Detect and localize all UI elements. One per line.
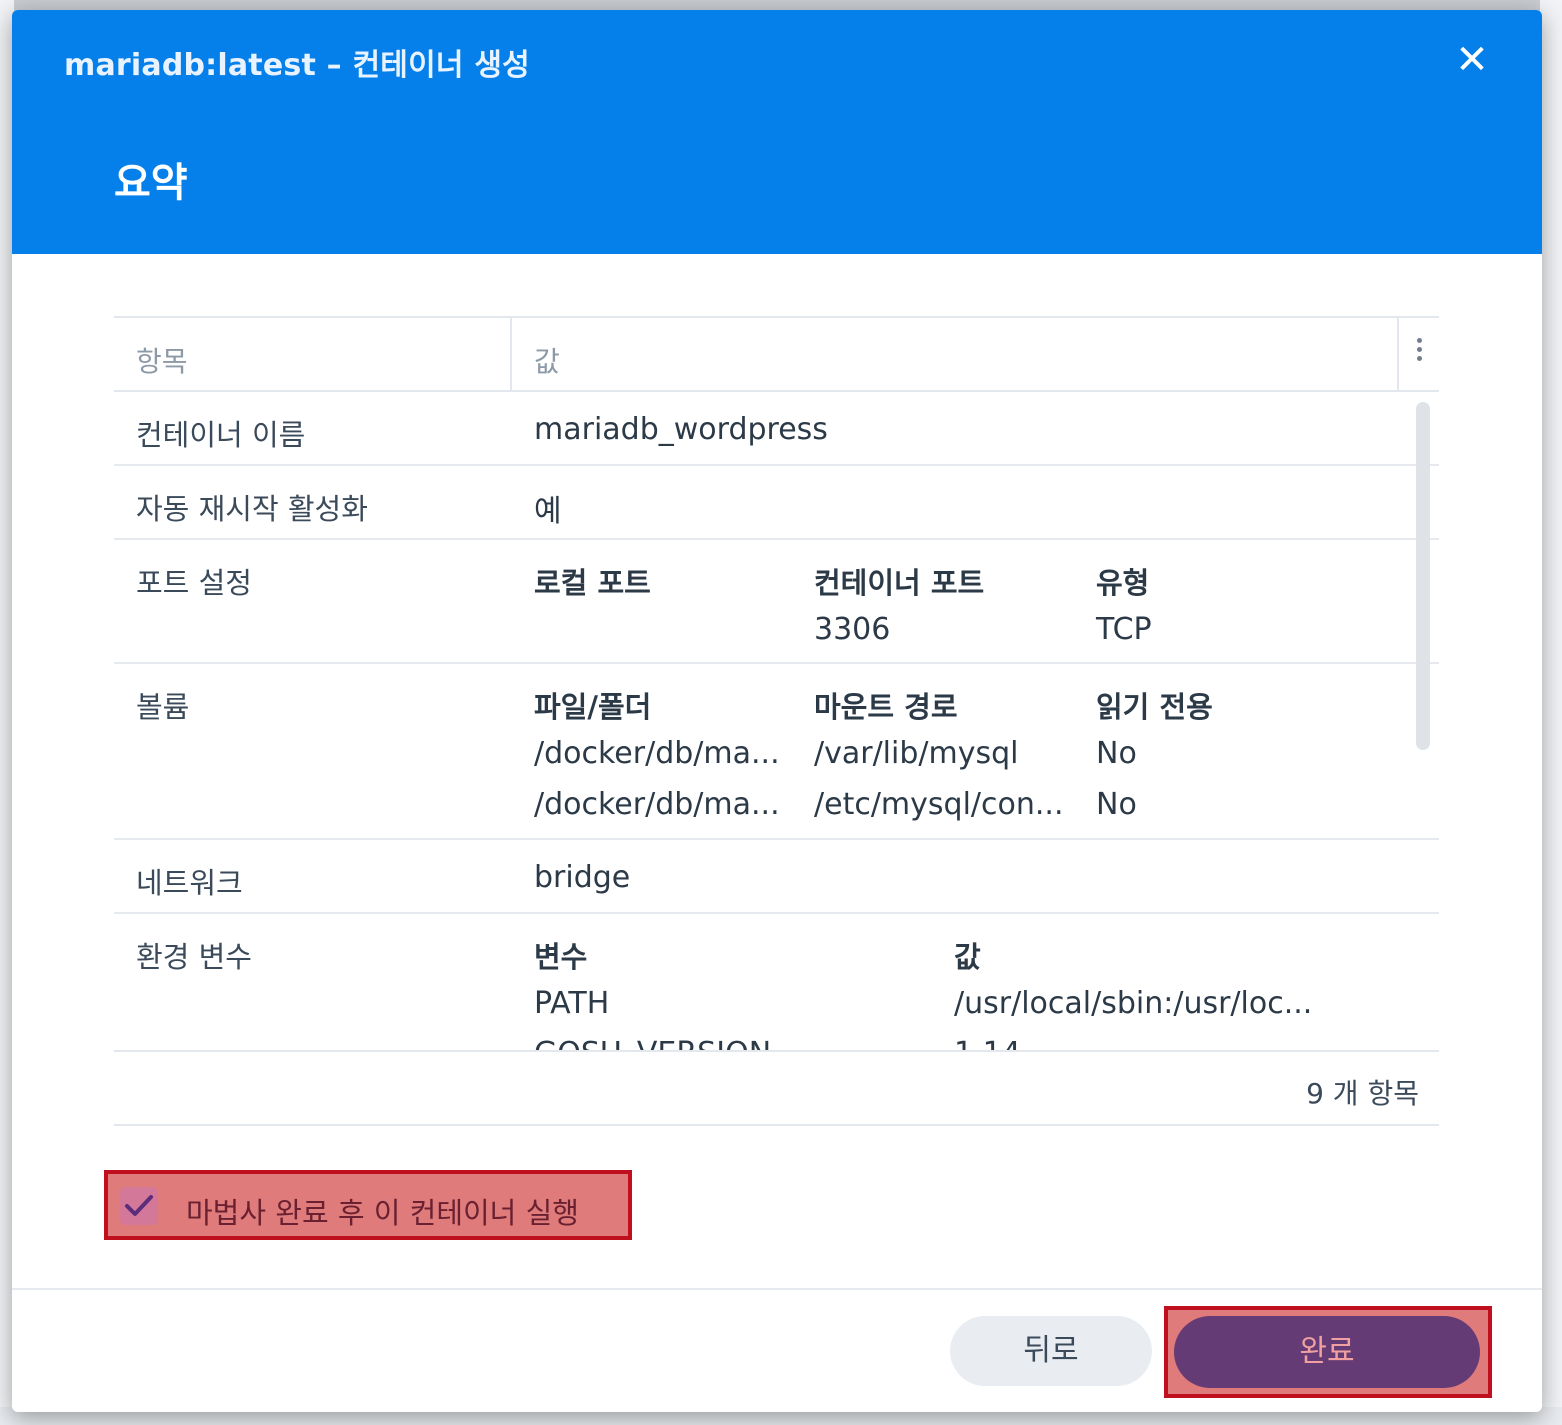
summary-table: 항목 값 컨테이너 이름 mariadb_wordpress 자동 재시작 활성… [114,316,1439,1050]
env-col-variable: 변수 [534,940,588,974]
port-type-value: TCP [1096,612,1152,647]
column-header-value[interactable]: 값 [534,340,560,380]
column-divider[interactable] [510,318,512,390]
table-row: 컨테이너 이름 mariadb_wordpress [114,392,1439,466]
env-value: 1.14 [954,1036,1021,1050]
column-header-item[interactable]: 항목 [136,340,188,380]
volume-col-mount: 마운트 경로 [814,690,958,724]
volume-readonly: No [1096,736,1137,771]
table-row: 네트워크 bridge [114,840,1439,914]
row-value: bridge [534,860,631,895]
table-row: 볼륨 파일/폴더 마운트 경로 읽기 전용 /docker/db/ma... /… [114,664,1439,840]
back-button[interactable]: 뒤로 [950,1316,1152,1386]
run-after-wizard-label[interactable]: 마법사 완료 후 이 컨테이너 실행 [186,1190,579,1232]
item-count: 9 개 항목 [1306,1077,1419,1110]
row-value: 예 [534,494,562,529]
port-col-local: 로컬 포트 [534,566,651,600]
table-footer: 9 개 항목 [114,1050,1439,1126]
close-icon[interactable]: ✕ [1452,40,1492,80]
row-label: 컨테이너 이름 [136,418,306,452]
volume-file: /docker/db/ma... [534,736,780,771]
dialog-button-bar: 뒤로 완료 [12,1288,1542,1412]
port-col-container: 컨테이너 포트 [814,566,985,600]
more-vertical-icon[interactable] [1409,334,1429,374]
env-variable: PATH [534,986,610,1021]
table-row: 포트 설정 로컬 포트 컨테이너 포트 유형 3306 TCP [114,540,1439,664]
column-divider[interactable] [1397,318,1399,390]
check-icon [125,1195,153,1216]
background-app-right [1540,0,1562,1425]
run-after-wizard-checkbox[interactable] [120,1187,158,1225]
table-row: 환경 변수 변수 값 PATH /usr/local/sbin:/usr/loc… [114,914,1439,1050]
volume-col-readonly: 읽기 전용 [1096,690,1213,724]
done-button[interactable]: 완료 [1174,1316,1480,1388]
port-col-type: 유형 [1096,566,1150,600]
row-label: 네트워크 [136,866,243,900]
done-button-highlight: 완료 [1164,1306,1492,1398]
create-container-dialog: mariadb:latest – 컨테이너 생성 ✕ 요약 항목 값 컨테이너 … [12,10,1542,1412]
table-row: 자동 재시작 활성화 예 [114,466,1439,540]
port-container-value: 3306 [814,612,891,647]
volume-readonly: No [1096,787,1137,822]
row-label: 환경 변수 [136,940,252,974]
env-value: /usr/local/sbin:/usr/loc... [954,986,1313,1021]
volume-mount: /var/lib/mysql [814,736,1019,771]
row-label: 포트 설정 [136,566,252,600]
env-col-value: 값 [954,940,981,974]
row-label: 볼륨 [136,690,190,724]
table-body[interactable]: 컨테이너 이름 mariadb_wordpress 자동 재시작 활성화 예 포… [114,392,1439,1050]
volume-file: /docker/db/ma... [534,787,780,822]
row-label: 자동 재시작 활성화 [136,492,368,526]
step-title: 요약 [114,160,188,206]
volume-mount: /etc/mysql/con... [814,787,1064,822]
volume-col-file: 파일/폴더 [534,690,652,724]
table-header: 항목 값 [114,316,1439,392]
run-after-wizard-option[interactable]: 마법사 완료 후 이 컨테이너 실행 [104,1170,632,1240]
dialog-header: mariadb:latest – 컨테이너 생성 ✕ 요약 [12,10,1542,254]
table-scrollbar[interactable] [1416,402,1430,750]
dialog-title: mariadb:latest – 컨테이너 생성 [64,48,530,83]
row-value: mariadb_wordpress [534,412,828,447]
env-variable: GOSU_VERSION [534,1036,771,1050]
